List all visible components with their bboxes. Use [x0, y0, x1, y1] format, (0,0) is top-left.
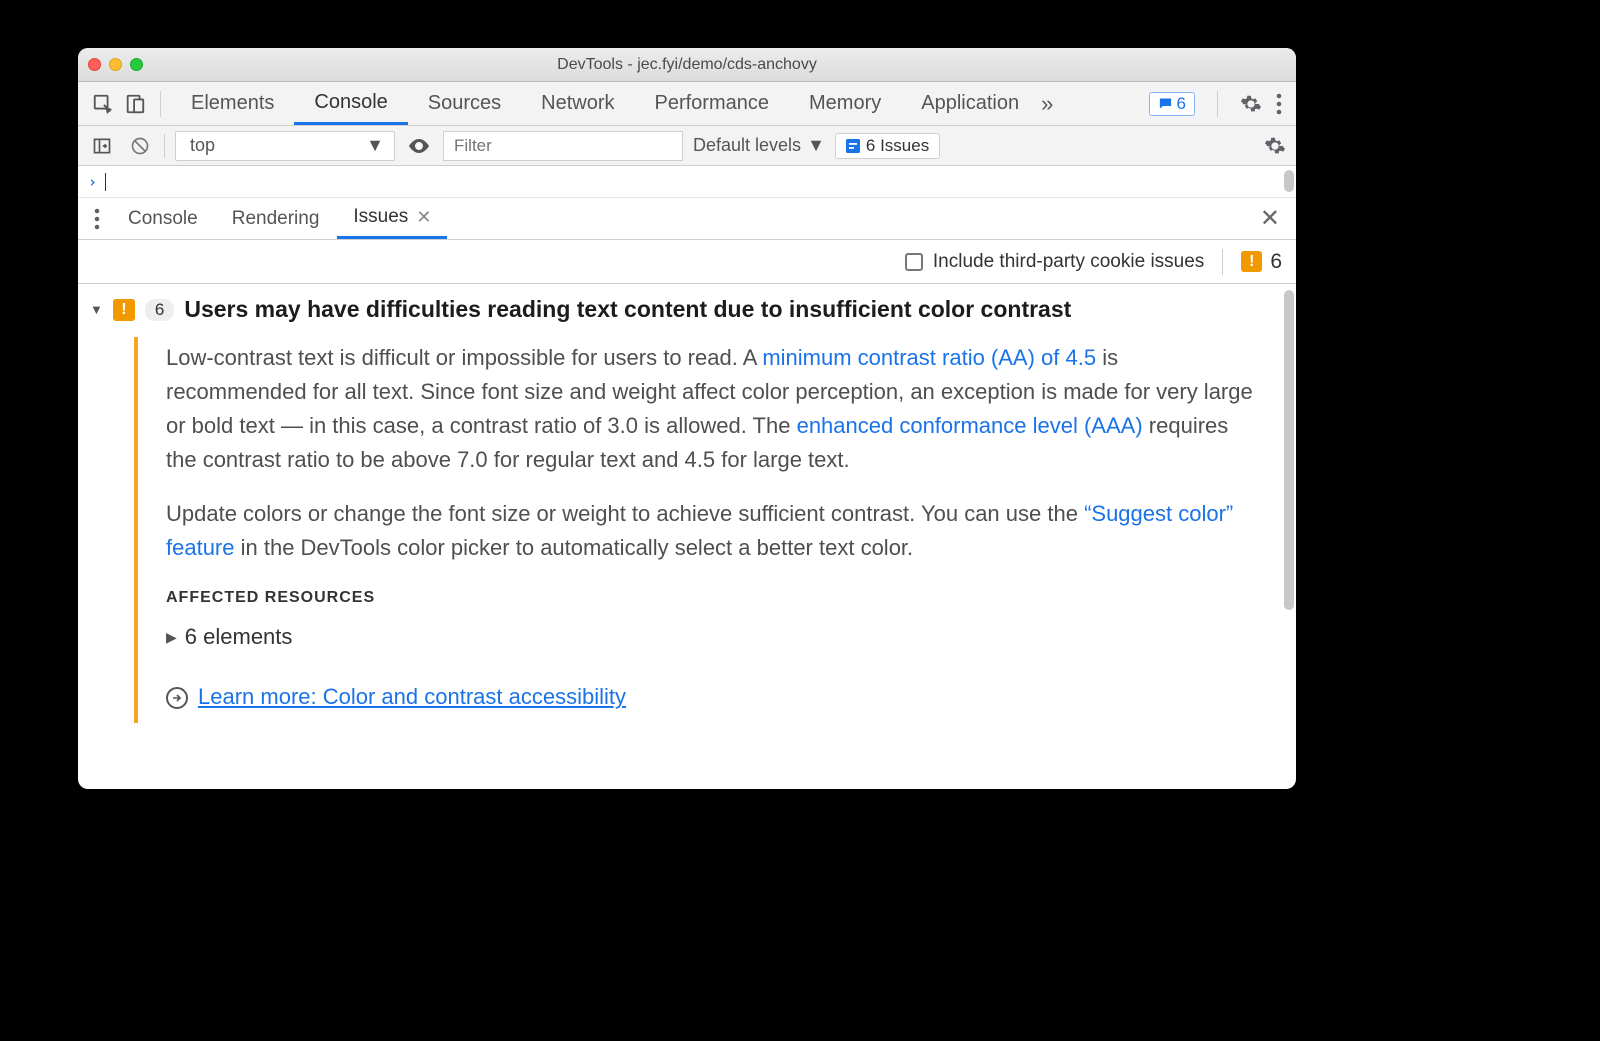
console-toolbar: top ▼ Default levels ▼ 6 Issues: [78, 126, 1296, 166]
arrow-circle-icon: [166, 687, 188, 709]
issues-icon: [846, 139, 860, 153]
messages-count: 6: [1177, 94, 1186, 114]
eye-icon: [407, 134, 431, 158]
tab-console[interactable]: Console: [294, 82, 407, 125]
drawer-tab-issues[interactable]: Issues ✕: [337, 198, 447, 239]
chevron-down-icon: ▼: [807, 135, 825, 156]
no-sign-icon: [130, 136, 150, 156]
checkbox-icon: [905, 253, 923, 271]
contrast-aaa-link[interactable]: enhanced conformance level (AAA): [797, 413, 1143, 438]
drawer-tab-console[interactable]: Console: [112, 198, 214, 239]
issues-panel: ▼ ! 6 Users may have difficulties readin…: [78, 284, 1296, 789]
messages-badge[interactable]: 6: [1149, 92, 1195, 116]
affected-resources-label: AFFECTED RESOURCES: [166, 586, 1258, 611]
tab-sources[interactable]: Sources: [408, 82, 521, 125]
issues-toolbar: Include third-party cookie issues ! 6: [78, 240, 1296, 284]
filter-input[interactable]: [443, 131, 683, 161]
devtools-window: DevTools - jec.fyi/demo/cds-anchovy Elem…: [78, 48, 1296, 789]
context-value: top: [190, 135, 215, 156]
main-tabs: Elements Console Sources Network Perform…: [171, 82, 1039, 125]
scrollbar-thumb[interactable]: [1284, 170, 1294, 192]
issue-header[interactable]: ▼ ! 6 Users may have difficulties readin…: [90, 296, 1278, 323]
console-sidebar-toggle[interactable]: [88, 132, 116, 160]
tab-elements[interactable]: Elements: [171, 82, 294, 125]
drawer-menu-button[interactable]: [94, 208, 100, 230]
include-third-party-checkbox[interactable]: Include third-party cookie issues: [905, 251, 1204, 273]
issue-description: Low-contrast text is difficult or imposs…: [134, 337, 1278, 723]
divider: [164, 134, 165, 158]
issues-count-badge[interactable]: ! 6: [1241, 250, 1282, 274]
issue-item: ▼ ! 6 Users may have difficulties readin…: [78, 284, 1296, 737]
scrollbar-thumb[interactable]: [1284, 290, 1294, 610]
issues-count: 6: [1270, 250, 1282, 274]
main-toolbar: Elements Console Sources Network Perform…: [78, 82, 1296, 126]
issues-chip-label: 6 Issues: [866, 136, 929, 156]
console-settings-button[interactable]: [1264, 135, 1286, 157]
issues-chip[interactable]: 6 Issues: [835, 133, 940, 159]
settings-button[interactable]: [1240, 93, 1262, 115]
close-drawer-button[interactable]: ✕: [1260, 204, 1290, 233]
affected-elements-row[interactable]: ▶ 6 elements: [166, 620, 1258, 654]
chat-icon: [1158, 96, 1173, 111]
dots-vertical-icon: [94, 208, 100, 230]
drawer-tab-rendering[interactable]: Rendering: [216, 198, 336, 239]
kebab-menu-button[interactable]: [1276, 93, 1282, 115]
dots-vertical-icon: [1276, 93, 1282, 115]
warning-icon: !: [113, 299, 135, 321]
tab-application[interactable]: Application: [901, 82, 1039, 125]
affected-elements-text: 6 elements: [185, 620, 293, 654]
issue-count-chip: 6: [145, 299, 174, 321]
learn-more-link[interactable]: Learn more: Color and contrast accessibi…: [198, 680, 626, 714]
tab-performance[interactable]: Performance: [635, 82, 790, 125]
inspect-element-icon[interactable]: [88, 89, 118, 119]
window-title: DevTools - jec.fyi/demo/cds-anchovy: [78, 56, 1296, 74]
device-toggle-icon[interactable]: [120, 89, 150, 119]
context-selector[interactable]: top ▼: [175, 131, 395, 161]
tab-network[interactable]: Network: [521, 82, 634, 125]
gear-icon: [1240, 93, 1262, 115]
close-tab-icon[interactable]: ✕: [416, 207, 431, 228]
chevron-down-icon: ▼: [366, 135, 384, 156]
tab-memory[interactable]: Memory: [789, 82, 901, 125]
divider: [1217, 91, 1218, 117]
live-expression-button[interactable]: [405, 132, 433, 160]
prompt-caret-icon: ›: [88, 173, 97, 191]
gear-icon: [1264, 135, 1286, 157]
log-level-selector[interactable]: Default levels ▼: [693, 135, 825, 156]
level-value: Default levels: [693, 135, 801, 156]
warning-icon: !: [1241, 251, 1262, 272]
text-cursor: [105, 173, 106, 191]
issue-title: Users may have difficulties reading text…: [184, 296, 1071, 323]
drawer-tabs: Console Rendering Issues ✕ ✕: [78, 198, 1296, 240]
contrast-aa-link[interactable]: minimum contrast ratio (AA) of 4.5: [762, 345, 1096, 370]
checkbox-label: Include third-party cookie issues: [933, 251, 1204, 273]
disclosure-triangle-icon[interactable]: ▼: [90, 302, 103, 317]
divider: [1222, 249, 1223, 275]
clear-console-button[interactable]: [126, 132, 154, 160]
console-prompt[interactable]: ›: [78, 166, 1296, 198]
window-titlebar: DevTools - jec.fyi/demo/cds-anchovy: [78, 48, 1296, 82]
learn-more-row: Learn more: Color and contrast accessibi…: [166, 680, 1258, 714]
more-tabs-button[interactable]: »: [1041, 91, 1053, 117]
divider: [160, 91, 161, 117]
disclosure-triangle-icon[interactable]: ▶: [166, 627, 177, 649]
